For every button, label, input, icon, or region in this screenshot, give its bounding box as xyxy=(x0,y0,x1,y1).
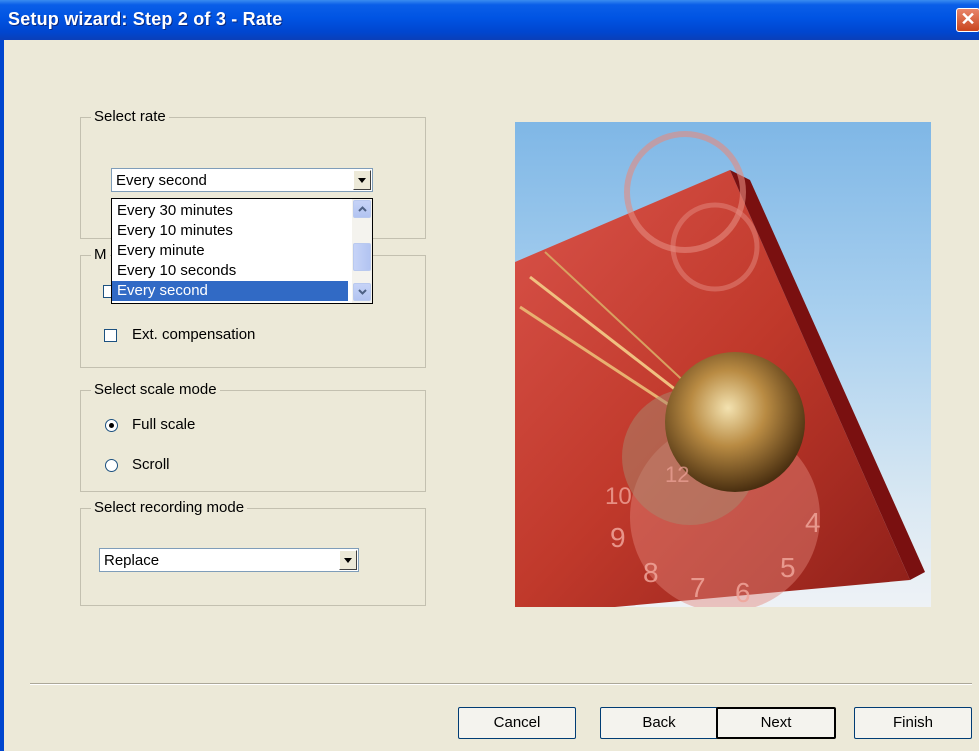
clock-numeral: 10 xyxy=(605,483,632,510)
cancel-button[interactable]: Cancel xyxy=(458,707,576,739)
rate-select-value: Every second xyxy=(116,172,207,189)
clock-numeral: 6 xyxy=(735,577,751,607)
title-bar[interactable]: Setup wizard: Step 2 of 3 - Rate ✕ xyxy=(0,0,979,40)
chevron-down-icon xyxy=(357,289,367,295)
rate-option[interactable]: Every minute xyxy=(112,241,348,261)
recording-mode-dropdown-button[interactable] xyxy=(339,550,357,570)
recording-mode-value: Replace xyxy=(104,552,160,569)
window-border xyxy=(0,40,4,751)
clock-numeral: 5 xyxy=(780,552,796,583)
clock-numeral: 12 xyxy=(665,462,689,487)
recording-mode-select[interactable]: Replace xyxy=(99,548,359,572)
scale-mode-legend: Select scale mode xyxy=(91,381,220,399)
scroll-up-button[interactable] xyxy=(353,200,371,218)
clock-numeral: 8 xyxy=(643,557,659,588)
chevron-up-icon xyxy=(357,206,367,212)
rate-select[interactable]: Every second xyxy=(111,168,373,192)
window-title: Setup wizard: Step 2 of 3 - Rate xyxy=(8,9,283,29)
next-button[interactable]: Next xyxy=(716,707,836,739)
button-separator xyxy=(30,683,972,685)
recording-mode-legend: Select recording mode xyxy=(91,499,248,517)
scroll-thumb[interactable] xyxy=(353,243,371,271)
rate-dropdown-list[interactable]: Every 30 minutes Every 10 minutes Every … xyxy=(111,198,373,304)
dropdown-scrollbar[interactable] xyxy=(352,199,372,303)
scroll-radio[interactable] xyxy=(105,459,118,472)
rate-option[interactable]: Every 10 minutes xyxy=(112,221,348,241)
scroll-down-button[interactable] xyxy=(353,283,371,301)
wizard-illustration: 9 8 7 6 5 4 10 12 xyxy=(515,122,931,607)
measurement-legend: M xyxy=(91,246,110,264)
close-icon[interactable]: ✕ xyxy=(956,8,979,32)
clock-numeral: 4 xyxy=(805,507,821,538)
full-scale-radio[interactable] xyxy=(105,419,118,432)
rate-dropdown-button[interactable] xyxy=(353,170,371,190)
full-scale-label: Full scale xyxy=(132,416,196,433)
chevron-down-icon xyxy=(344,557,352,563)
back-button[interactable]: Back xyxy=(600,707,718,739)
rate-option-selected[interactable]: Every second xyxy=(112,281,348,301)
scale-mode-group: Select scale mode xyxy=(80,381,426,492)
scroll-label: Scroll xyxy=(132,456,170,473)
finish-button[interactable]: Finish xyxy=(854,707,972,739)
chevron-down-icon xyxy=(358,177,366,183)
ext-compensation-checkbox[interactable] xyxy=(104,329,117,342)
clock-numeral: 7 xyxy=(690,572,706,603)
rate-option[interactable]: Every 10 seconds xyxy=(112,261,348,281)
clock-book-illustration: 9 8 7 6 5 4 10 12 xyxy=(515,131,925,607)
ext-compensation-label: Ext. compensation xyxy=(132,326,256,343)
clock-numeral: 9 xyxy=(610,522,626,553)
rate-option[interactable]: Every 30 minutes xyxy=(112,201,348,221)
select-rate-legend: Select rate xyxy=(91,108,169,126)
